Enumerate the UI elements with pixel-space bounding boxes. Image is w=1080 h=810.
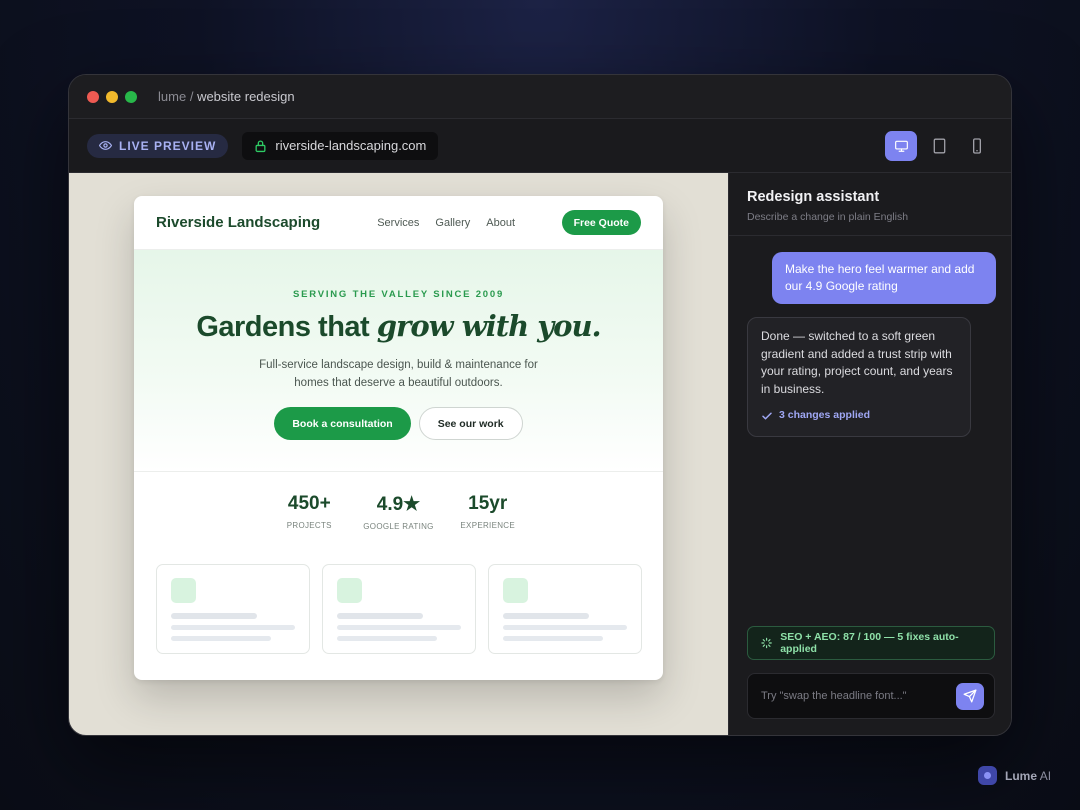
url-text: riverside-landscaping.com [275,138,427,153]
hero-buttons: Book a consultation See our work [134,407,663,440]
url-bar[interactable]: riverside-landscaping.com [242,131,439,160]
headline-italic: grow with you. [376,309,602,343]
footer-brand: Lume AI [978,766,1051,785]
card-icon-placeholder [171,578,196,603]
breadcrumb-separator: / [189,89,194,104]
card-text-placeholder [171,636,271,641]
lock-icon [255,139,266,152]
eye-icon [99,141,112,150]
preview-canvas: Riverside Landscaping Services Gallery A… [69,173,728,735]
stat-label: EXPERIENCE [460,521,515,530]
app-window: lume / website redesign LIVE PREVIEW riv… [68,74,1012,736]
assistant-message: Done — switched to a soft green gradient… [747,317,971,437]
desktop-view-button[interactable] [885,131,917,161]
seo-status-text: SEO + AEO: 87 / 100 — 5 fixes auto-appli… [780,631,959,655]
desktop-icon [894,140,908,152]
tablet-view-button[interactable] [923,131,955,161]
stat-projects: 450+ PROJECTS [279,493,339,531]
stat-label: GOOGLE RATING [363,522,434,531]
mobile-view-button[interactable] [961,131,993,161]
placeholder-card [488,564,642,654]
stat-value: 4.9★ [376,494,421,515]
book-consultation-button[interactable]: Book a consultation [274,407,411,440]
breadcrumb-page: website redesign [197,89,295,104]
breadcrumb: lume / website redesign [158,89,295,104]
assistant-message-text: Done — switched to a soft green gradient… [761,329,953,396]
brand-rest: AI [1037,768,1052,783]
site-nav-about[interactable]: About [486,217,515,229]
assistant-panel: Redesign assistant Describe a change in … [728,173,1011,735]
site-preview[interactable]: Riverside Landscaping Services Gallery A… [134,196,663,680]
minimize-window-button[interactable] [106,90,118,103]
check-icon [762,412,772,420]
site-navbar: Riverside Landscaping Services Gallery A… [134,196,663,250]
tablet-icon [933,138,945,154]
chat-input[interactable] [761,690,956,702]
send-button[interactable] [956,682,984,710]
site-nav-gallery[interactable]: Gallery [435,217,470,229]
mobile-icon [973,138,981,154]
card-title-placeholder [503,613,589,619]
loading-spinner-icon [761,637,772,649]
preview-toolbar: LIVE PREVIEW riverside-landscaping.com [69,119,1011,173]
hero-subtext: Full-service landscape design, build & m… [259,359,538,389]
assistant-header: Redesign assistant Describe a change in … [729,173,1011,236]
headline-plain: Gardens that [196,311,370,343]
site-nav-services[interactable]: Services [377,217,419,229]
live-preview-label: LIVE PREVIEW [119,138,217,153]
free-quote-button[interactable]: Free Quote [561,210,641,235]
changes-applied-label: 3 changes applied [779,409,871,421]
card-text-placeholder [171,625,295,630]
brand-bold: Lume [1005,768,1038,783]
trust-strip: 450+ PROJECTS 4.9★ GOOGLE RATING 15yr EX… [134,472,663,531]
hero-headline: Gardens that grow with you. [134,309,663,344]
card-title-placeholder [337,613,423,619]
card-text-placeholder [337,636,437,641]
card-icon-placeholder [337,578,362,603]
close-window-button[interactable] [87,90,99,103]
card-icon-placeholder [503,578,528,603]
send-icon [963,689,977,703]
device-switcher [885,131,993,161]
stat-value: 15yr [468,493,508,514]
service-cards [156,564,642,654]
see-our-work-button[interactable]: See our work [418,407,523,440]
site-hero: SERVING THE VALLEY SINCE 2009 Gardens th… [134,250,663,472]
card-text-placeholder [503,625,627,630]
stat-google-rating: 4.9★ GOOGLE RATING [363,493,433,531]
site-nav-links: Services Gallery About [377,217,515,229]
lume-logo-icon [978,766,997,785]
chat-input-box [747,673,995,719]
user-message: Make the hero feel warmer and add our 4.… [772,252,996,304]
changes-applied[interactable]: 3 changes applied [761,407,957,425]
maximize-window-button[interactable] [125,90,137,103]
assistant-title: Redesign assistant [747,189,880,205]
breadcrumb-project[interactable]: lume [158,89,186,104]
title-bar: lume / website redesign [69,75,1011,119]
card-text-placeholder [337,625,461,630]
footer-brand-name: Lume AI [1005,769,1051,783]
assistant-subtitle: Describe a change in plain English [747,211,909,223]
live-preview-badge: LIVE PREVIEW [87,133,229,158]
card-text-placeholder [503,636,603,641]
stat-experience: 15yr EXPERIENCE [458,493,518,531]
site-brand[interactable]: Riverside Landscaping [156,214,320,231]
placeholder-card [156,564,310,654]
stat-label: PROJECTS [286,521,332,530]
stat-value: 450+ [287,493,331,514]
hero-eyebrow: SERVING THE VALLEY SINCE 2009 [292,289,505,300]
placeholder-card [322,564,476,654]
seo-status-pill: SEO + AEO: 87 / 100 — 5 fixes auto-appli… [747,626,995,660]
card-title-placeholder [171,613,257,619]
